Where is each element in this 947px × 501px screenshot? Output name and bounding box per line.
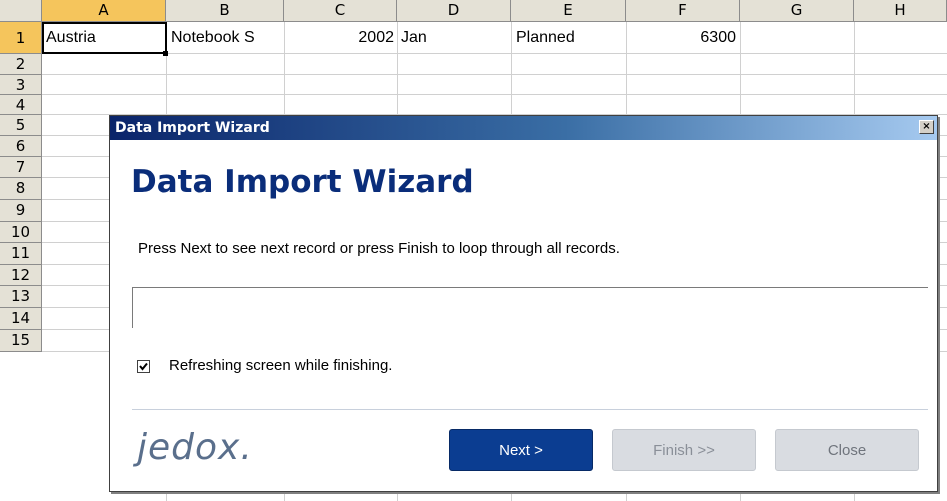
gridline — [42, 53, 947, 54]
refresh-screen-label[interactable]: Refreshing screen while finishing. — [169, 357, 392, 374]
data-import-wizard-dialog: Data Import Wizard × Data Import Wizard … — [109, 115, 938, 492]
row-header-15[interactable]: 15 — [0, 330, 42, 352]
fill-handle[interactable] — [163, 51, 168, 56]
row-header-14[interactable]: 14 — [0, 308, 42, 330]
row-header-2[interactable]: 2 — [0, 54, 42, 75]
wizard-heading: Data Import Wizard — [131, 164, 474, 200]
column-header-h[interactable]: H — [854, 0, 947, 22]
row-header-1[interactable]: 1 — [0, 22, 42, 54]
gridline — [42, 74, 947, 75]
dialog-titlebar[interactable]: Data Import Wizard × — [110, 116, 937, 140]
jedox-logo: jedox. — [137, 427, 253, 468]
row-header-4[interactable]: 4 — [0, 95, 42, 115]
cell-d1[interactable]: Jan — [401, 25, 507, 51]
next-button[interactable]: Next > — [449, 429, 593, 471]
column-header-e[interactable]: E — [511, 0, 626, 22]
checkmark-icon — [139, 362, 148, 371]
select-all-corner[interactable] — [0, 0, 42, 22]
row-header-5[interactable]: 5 — [0, 115, 42, 136]
divider — [132, 409, 928, 410]
row-header-8[interactable]: 8 — [0, 178, 42, 200]
row-header-3[interactable]: 3 — [0, 75, 42, 95]
close-icon[interactable]: × — [919, 120, 934, 134]
instruction-text: Press Next to see next record or press F… — [138, 240, 620, 257]
row-header-13[interactable]: 13 — [0, 286, 42, 308]
refresh-screen-checkbox[interactable] — [137, 360, 150, 373]
cell-e1[interactable]: Planned — [516, 25, 622, 51]
row-header-12[interactable]: 12 — [0, 265, 42, 286]
close-button[interactable]: Close — [775, 429, 919, 471]
row-header-11[interactable]: 11 — [0, 243, 42, 265]
dialog-title: Data Import Wizard — [115, 120, 270, 136]
cell-c1[interactable]: 2002 — [288, 25, 394, 51]
cell-f1[interactable]: 6300 — [630, 25, 736, 51]
gridline — [42, 94, 947, 95]
active-cell-selection — [42, 22, 167, 54]
column-header-c[interactable]: C — [284, 0, 397, 22]
column-header-f[interactable]: F — [626, 0, 740, 22]
column-header-b[interactable]: B — [166, 0, 284, 22]
row-header-6[interactable]: 6 — [0, 136, 42, 157]
row-header-10[interactable]: 10 — [0, 222, 42, 243]
column-header-a[interactable]: A — [42, 0, 166, 22]
column-header-d[interactable]: D — [397, 0, 511, 22]
row-header-7[interactable]: 7 — [0, 157, 42, 178]
cell-b1[interactable]: Notebook S — [171, 25, 281, 51]
record-status-box — [132, 287, 928, 328]
finish-button[interactable]: Finish >> — [612, 429, 756, 471]
column-header-g[interactable]: G — [740, 0, 854, 22]
row-header-9[interactable]: 9 — [0, 200, 42, 222]
